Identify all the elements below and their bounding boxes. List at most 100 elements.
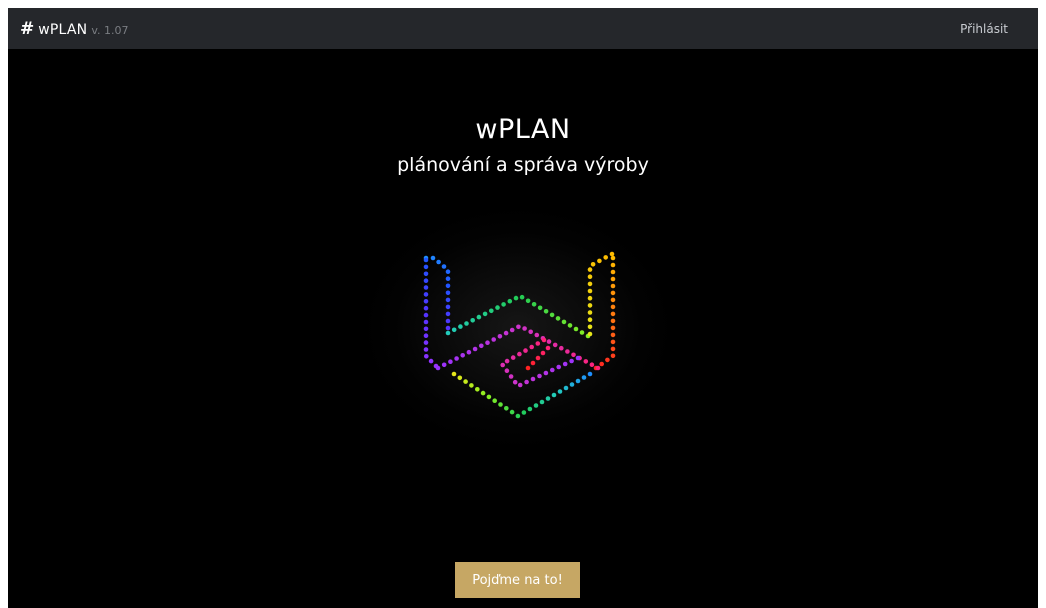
logo-dot xyxy=(522,326,527,331)
logo-dot xyxy=(445,325,451,331)
logo-dot xyxy=(423,340,429,345)
logo-dot xyxy=(587,371,593,377)
logo-dot xyxy=(424,354,429,359)
logo-dot xyxy=(587,288,593,294)
brand[interactable]: # wPLAN v. 1.07 xyxy=(20,19,128,39)
logo-dot xyxy=(610,269,616,275)
logo-dot xyxy=(610,255,616,261)
logo-dot xyxy=(485,340,490,345)
logo-dot xyxy=(517,351,522,357)
logo-dot xyxy=(587,317,593,322)
version-label: v. 1.07 xyxy=(91,23,129,37)
logo-dot xyxy=(555,316,561,321)
logo-dot xyxy=(423,299,429,304)
logo-dot xyxy=(436,259,441,265)
logo-dot xyxy=(587,310,593,315)
logo-dot xyxy=(470,318,475,323)
logo-dot xyxy=(569,358,574,364)
logo-dot xyxy=(590,262,596,267)
logo-dot xyxy=(610,290,616,296)
rainbow-dotted-wplan-logo-icon xyxy=(423,251,616,419)
login-link[interactable]: Přihlásit xyxy=(960,22,1008,36)
logo-dot xyxy=(500,362,505,368)
logo-dot xyxy=(517,382,523,388)
logo-dot xyxy=(540,350,546,356)
logo-dot xyxy=(503,330,509,336)
logo-area xyxy=(358,203,678,453)
logo-dot xyxy=(495,305,500,310)
logo-dot xyxy=(550,367,555,373)
logo-dot xyxy=(451,371,457,377)
logo-dot xyxy=(610,297,616,303)
logo-dot xyxy=(557,389,563,394)
logo-dot xyxy=(530,360,536,366)
logo-dot xyxy=(423,264,429,270)
logo-dot xyxy=(571,352,576,358)
logo-dot xyxy=(551,392,557,398)
logo-dot xyxy=(469,383,474,388)
logo-dot xyxy=(423,326,429,332)
logo-dot xyxy=(491,337,496,342)
logo-dot xyxy=(423,285,429,290)
logo-dot xyxy=(569,382,575,387)
logo-dot xyxy=(492,398,497,403)
logo-dot xyxy=(583,359,589,364)
logo-dot xyxy=(537,373,542,379)
lets-go-button[interactable]: Pojďme na to! xyxy=(455,562,580,598)
logo-dot xyxy=(541,337,547,343)
logo-dot xyxy=(454,356,459,361)
logo-dot xyxy=(423,257,429,263)
logo-dot xyxy=(563,385,569,391)
logo-dot xyxy=(430,255,436,261)
logo-dot xyxy=(441,264,447,269)
logo-dot xyxy=(458,324,463,329)
logo-dot xyxy=(445,297,451,303)
logo-dot xyxy=(448,359,453,364)
logo-dot xyxy=(533,403,539,408)
logo-dot xyxy=(504,368,510,373)
logo-dot xyxy=(559,345,564,351)
logo-dot xyxy=(527,406,533,412)
logo-dot xyxy=(610,339,616,345)
logo-dot xyxy=(464,321,469,326)
logo-dot xyxy=(519,294,525,300)
logo-dot xyxy=(435,365,441,371)
logo-dot xyxy=(575,378,581,384)
logo-dot xyxy=(595,365,601,371)
logo-dot xyxy=(610,353,616,359)
logo-dot xyxy=(610,325,616,331)
logo-dot xyxy=(528,329,533,335)
logo-dot xyxy=(535,355,541,361)
logo-dot xyxy=(423,319,429,325)
logo-dot xyxy=(543,309,549,314)
logo-dot xyxy=(445,311,451,317)
logo-dot xyxy=(423,278,429,283)
logo-dot xyxy=(579,330,585,335)
logo-dot xyxy=(512,379,518,385)
logo-dot xyxy=(575,355,581,361)
logo-dot xyxy=(543,370,549,376)
logo-dot xyxy=(475,387,480,392)
logo-dot xyxy=(445,269,451,274)
logo-dot xyxy=(451,327,457,333)
logo-dot xyxy=(529,344,534,350)
logo-dot xyxy=(531,302,537,307)
logo-dot xyxy=(587,281,593,287)
logo-dot xyxy=(545,396,551,401)
logo-dot xyxy=(552,342,558,348)
logo-dot xyxy=(498,402,503,407)
logo-dot xyxy=(535,341,541,346)
logo-dot xyxy=(509,409,515,415)
logo-dot xyxy=(534,332,540,338)
top-navbar: # wPLAN v. 1.07 Přihlásit xyxy=(8,8,1038,49)
logo-dot xyxy=(423,305,429,311)
logo-dot xyxy=(479,343,484,349)
logo-dot xyxy=(486,394,492,400)
logo-dot xyxy=(521,410,527,415)
logo-dot xyxy=(445,276,451,281)
logo-dot xyxy=(466,349,472,355)
page-title: wPLAN xyxy=(475,114,571,145)
logo-dot xyxy=(603,255,608,260)
logo-dot xyxy=(507,298,513,304)
logo-dot xyxy=(599,361,604,367)
